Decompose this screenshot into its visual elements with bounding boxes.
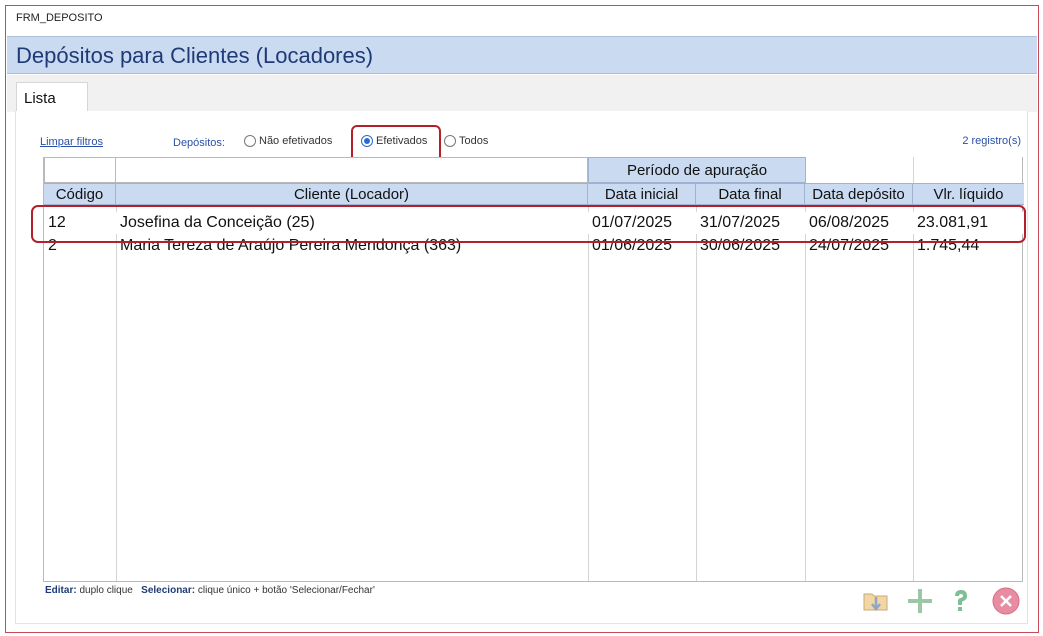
- cell-data-deposito: 24/07/2025: [809, 237, 890, 254]
- cell-cliente: Josefina da Conceição (25): [120, 214, 315, 231]
- cell-valor: 23.081,91: [917, 214, 989, 231]
- hint-editar-label: Editar:: [45, 585, 77, 596]
- hint-selecionar-text: clique único + botão 'Selecionar/Fechar': [197, 585, 375, 596]
- hint-editar-text: duplo clique: [79, 585, 133, 596]
- table-row[interactable]: 2 Maria Tereza de Araújo Pereira Mendonç…: [44, 235, 1024, 257]
- header-band: Depósitos para Clientes (Locadores): [7, 36, 1037, 74]
- form-window: FRM_DEPOSITO Depósitos para Clientes (Lo…: [5, 5, 1039, 633]
- select-folder-icon: [863, 593, 888, 612]
- col-header-cliente[interactable]: Cliente (Locador): [116, 184, 588, 205]
- content-panel: Limpar filtros Depósitos: Não efetivados…: [15, 111, 1028, 624]
- add-icon: [908, 589, 932, 613]
- radio-nao-efetivados[interactable]: Não efetivados: [244, 135, 332, 147]
- radio-efetivados-label: Efetivados: [376, 135, 428, 147]
- radio-nao-efetivados-label: Não efetivados: [259, 135, 333, 147]
- cell-data-inicial: 01/07/2025: [592, 214, 673, 231]
- tab-lista-label: Lista: [24, 90, 56, 107]
- table-row[interactable]: 12 Josefina da Conceição (25) 01/07/2025…: [44, 212, 1024, 234]
- group-header-periodo: Período de apuração: [588, 157, 806, 183]
- close-button[interactable]: [991, 586, 1021, 616]
- radio-todos[interactable]: Todos: [444, 135, 488, 147]
- radio-on-icon: [361, 135, 373, 147]
- deposits-grid[interactable]: Período de apuração Código Cliente (Loca…: [43, 157, 1024, 582]
- col-header-codigo[interactable]: Código: [44, 184, 116, 205]
- tab-lista[interactable]: Lista: [16, 82, 88, 113]
- tab-strip: Lista: [7, 75, 1037, 113]
- cell-valor: 1.745,44: [917, 237, 980, 254]
- help-icon: [955, 590, 967, 611]
- clear-filters-link[interactable]: Limpar filtros: [40, 136, 103, 148]
- radio-todos-label: Todos: [459, 135, 489, 147]
- cell-data-deposito: 06/08/2025: [809, 214, 890, 231]
- col-header-data-final[interactable]: Data final: [696, 184, 805, 205]
- cell-codigo: 2: [48, 237, 57, 254]
- help-button[interactable]: [946, 586, 976, 616]
- usage-hint: Editar: duplo clique Selecionar: clique …: [45, 585, 375, 596]
- filter-cell-codigo[interactable]: [44, 157, 116, 183]
- filters-bar: Limpar filtros Depósitos: Não efetivados…: [16, 111, 1027, 164]
- col-header-data-inicial[interactable]: Data inicial: [588, 184, 696, 205]
- column-headers: Código Cliente (Locador) Data inicial Da…: [44, 183, 1024, 205]
- cell-cliente: Maria Tereza de Araújo Pereira Mendonça …: [120, 237, 462, 254]
- radio-off-icon: [444, 135, 456, 147]
- col-header-valor[interactable]: Vlr. líquido: [913, 184, 1024, 205]
- cell-data-inicial: 01/06/2025: [592, 237, 673, 254]
- window-title: FRM_DEPOSITO: [16, 12, 103, 24]
- depositos-filter-label: Depósitos:: [173, 137, 225, 149]
- close-icon: [992, 587, 1020, 615]
- hint-selecionar-label: Selecionar:: [141, 585, 196, 596]
- add-button[interactable]: [905, 586, 935, 616]
- page-title: Depósitos para Clientes (Locadores): [16, 43, 374, 68]
- cell-data-final: 31/07/2025: [700, 214, 781, 231]
- cell-data-final: 30/06/2025: [700, 237, 781, 254]
- radio-off-icon: [244, 135, 256, 147]
- col-header-data-deposito[interactable]: Data depósito: [805, 184, 913, 205]
- record-count: 2 registro(s): [962, 135, 1021, 147]
- radio-efetivados[interactable]: Efetivados: [361, 135, 427, 147]
- filter-cell-cliente[interactable]: [116, 157, 588, 183]
- cell-codigo: 12: [48, 214, 66, 231]
- select-button[interactable]: [861, 586, 891, 616]
